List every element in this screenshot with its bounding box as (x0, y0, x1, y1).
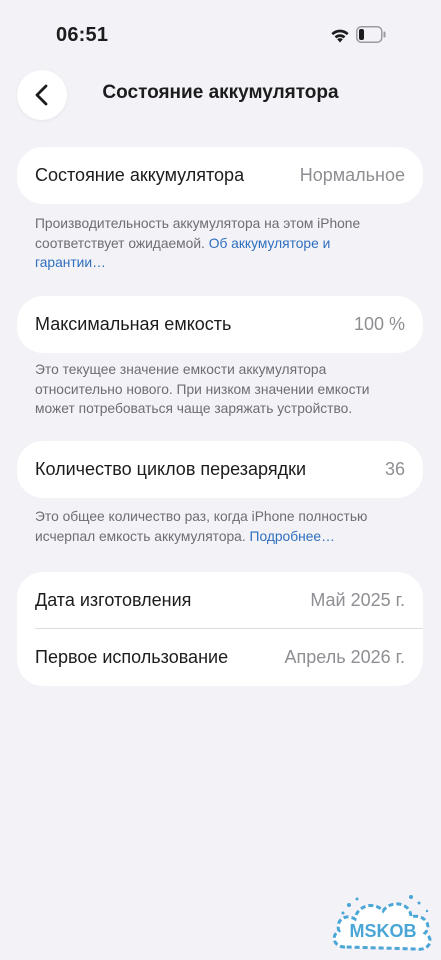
cycle-count-value: 36 (384, 459, 405, 479)
wifi-icon (331, 29, 349, 43)
first-use-label: Первое использование (35, 647, 229, 667)
battery-health-card[interactable]: Состояние аккумулятора Нормальное (17, 147, 423, 204)
manufacture-date-row: Дата изготовления Май 2025 г. (17, 572, 423, 629)
back-button[interactable] (17, 70, 67, 120)
manufacture-date-value: Май 2025 г. (310, 590, 405, 610)
battery-icon (356, 26, 386, 43)
max-capacity-value: 100 % (353, 314, 405, 334)
max-capacity-note: Это текущее значение емкости аккумулятор… (35, 362, 370, 416)
status-time: 06:51 (56, 24, 109, 46)
chevron-left-icon (35, 84, 48, 106)
first-use-value: Апрель 2026 г. (284, 647, 405, 667)
cycle-count-label: Количество циклов перезарядки (35, 459, 307, 479)
page-title: Состояние аккумулятора (102, 82, 339, 103)
max-capacity-label: Максимальная емкость (35, 314, 232, 334)
mskob-watermark-logo: MSKOB (332, 895, 432, 951)
watermark-text: MSKOB (350, 921, 417, 941)
learn-more-link[interactable]: Подробнее… (250, 529, 335, 544)
max-capacity-row: Максимальная емкость 100 % (17, 296, 423, 353)
battery-health-note: Производительность аккумулятора на этом … (35, 214, 405, 273)
dates-card: Дата изготовления Май 2025 г. Первое исп… (17, 572, 423, 686)
max-capacity-card: Максимальная емкость 100 % (17, 296, 423, 353)
manufacture-date-label: Дата изготовления (35, 590, 192, 610)
battery-health-value: Нормальное (299, 165, 405, 185)
cycle-count-note: Это общее количество раз, когда iPhone п… (35, 507, 405, 546)
cycle-count-card: Количество циклов перезарядки 36 (17, 441, 423, 498)
battery-health-row: Состояние аккумулятора Нормальное (17, 147, 423, 204)
first-use-row: Первое использование Апрель 2026 г. (17, 629, 423, 686)
battery-health-label: Состояние аккумулятора (35, 165, 245, 185)
cycle-count-row: Количество циклов перезарядки 36 (17, 441, 423, 498)
status-bar: 06:51 (0, 0, 441, 72)
